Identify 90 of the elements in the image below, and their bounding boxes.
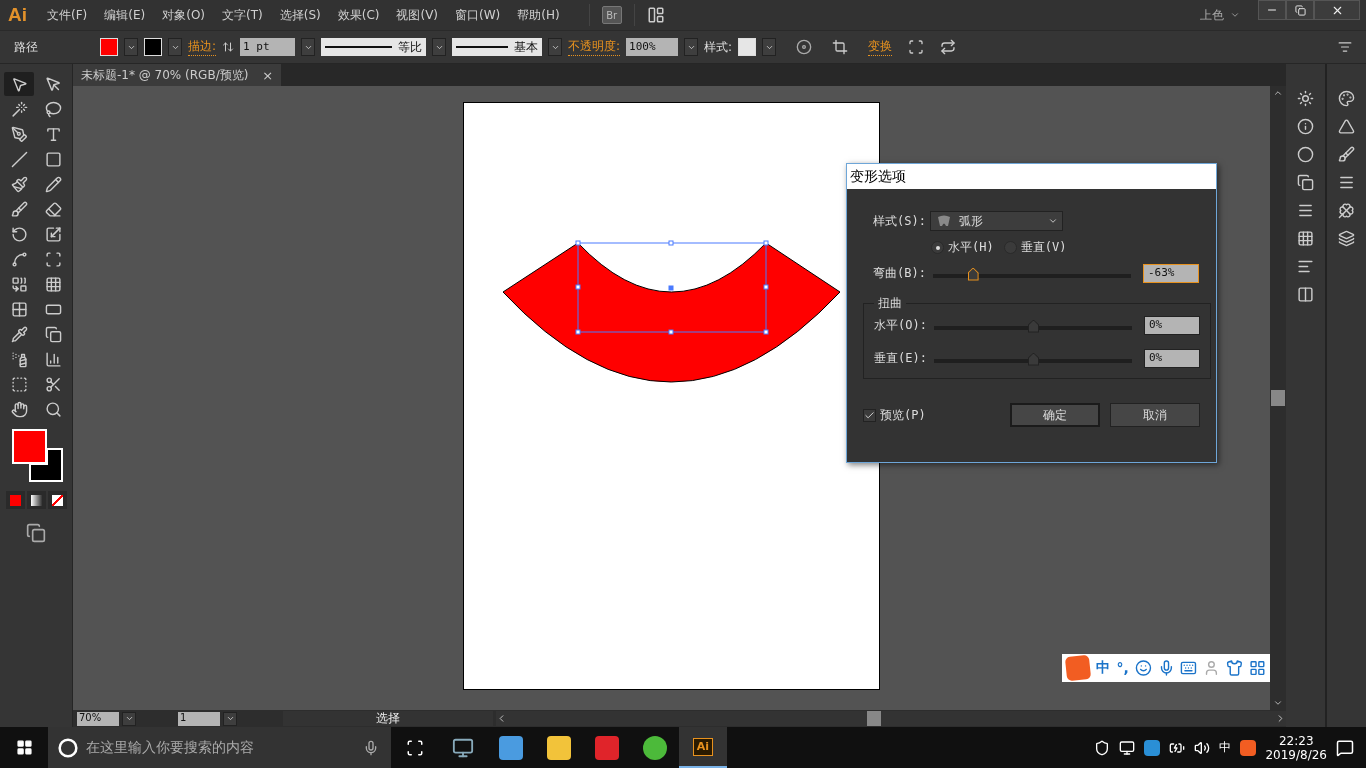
zoom-field[interactable]: 70% bbox=[77, 711, 119, 726]
stroke-color-swatch[interactable] bbox=[29, 448, 63, 482]
orientation-radio[interactable]: 水平(H) bbox=[931, 239, 994, 256]
menu-item[interactable]: 选择(S) bbox=[279, 6, 321, 24]
distortion-title: 扭曲 bbox=[877, 295, 903, 312]
layout-icon[interactable] bbox=[646, 6, 665, 24]
artboard-field[interactable]: 1 bbox=[178, 711, 220, 726]
close-button[interactable] bbox=[1314, 0, 1360, 20]
stroke-weight-field[interactable]: 1 pt bbox=[240, 38, 296, 56]
screen-mode-icon[interactable] bbox=[26, 523, 46, 543]
bend-field[interactable]: -63% bbox=[1143, 264, 1199, 283]
distortion-label: 垂直(E): bbox=[874, 350, 928, 367]
distortion-field[interactable]: 0% bbox=[1144, 316, 1200, 335]
stepper-icon[interactable] bbox=[222, 41, 235, 53]
windows-icon bbox=[15, 739, 33, 756]
app-logo: Ai bbox=[8, 4, 27, 26]
keyboard-icon[interactable] bbox=[1180, 659, 1198, 677]
cancel-button[interactable]: 取消 bbox=[1110, 403, 1200, 427]
distortion-field[interactable]: 0% bbox=[1144, 349, 1200, 368]
horizontal-scrollbar[interactable] bbox=[496, 711, 1286, 726]
menu-item[interactable]: 效果(C) bbox=[337, 6, 380, 24]
scroll-up-icon[interactable] bbox=[1273, 88, 1283, 98]
status-tool-label: 选择 bbox=[283, 711, 493, 726]
taskbar-search-field[interactable]: 在这里输入你要搜索的内容 bbox=[48, 727, 391, 768]
menu-item[interactable]: 编辑(E) bbox=[104, 6, 146, 24]
caret-icon[interactable] bbox=[1230, 10, 1240, 20]
transform-link[interactable]: 变换 bbox=[868, 38, 893, 56]
document-tab[interactable]: 未标题-1* @ 70% (RGB/预览) × bbox=[73, 64, 282, 86]
preview-label: 预览(P) bbox=[880, 406, 926, 424]
ime-logo-icon bbox=[1064, 654, 1092, 682]
bridge-button[interactable]: Br bbox=[601, 6, 622, 24]
check-icon bbox=[864, 409, 875, 421]
none-mode-button[interactable] bbox=[47, 491, 67, 509]
style-swatch[interactable] bbox=[738, 38, 757, 56]
restore-button[interactable] bbox=[1286, 0, 1314, 20]
punctuation-label[interactable]: °, bbox=[1116, 660, 1129, 676]
illustrator-taskbar-button[interactable]: Ai bbox=[679, 727, 727, 768]
menu-item[interactable]: 窗口(W) bbox=[455, 6, 501, 24]
style-label: 样式(S): bbox=[873, 212, 926, 230]
stroke-swatch[interactable] bbox=[144, 38, 162, 56]
arc-style-icon bbox=[936, 215, 951, 227]
orientation-radio[interactable]: 垂直(V) bbox=[1003, 239, 1067, 256]
menu-item[interactable]: 帮助(H) bbox=[517, 6, 560, 24]
caret-icon bbox=[225, 714, 235, 723]
brush-field[interactable]: 基本 bbox=[452, 38, 543, 56]
fill-color-swatch[interactable] bbox=[12, 429, 47, 464]
caret-icon bbox=[1047, 216, 1058, 226]
distortion-label: 水平(O): bbox=[874, 317, 928, 334]
scroll-thumb[interactable] bbox=[867, 711, 881, 726]
ime-mode-label[interactable]: 中 bbox=[1096, 659, 1111, 677]
frame-corners-icon[interactable] bbox=[908, 39, 925, 55]
profile-field[interactable]: 等比 bbox=[321, 38, 427, 56]
dialog-title: 变形选项 bbox=[847, 164, 1216, 189]
monitor-icon[interactable] bbox=[1119, 739, 1136, 756]
volume-icon[interactable] bbox=[1194, 739, 1211, 756]
ime-indicator[interactable]: 中 bbox=[1219, 739, 1232, 756]
notification-icon[interactable] bbox=[1336, 738, 1354, 757]
opacity-link[interactable]: 不透明度: bbox=[568, 38, 621, 56]
shield-icon[interactable] bbox=[1094, 739, 1111, 756]
workspace-switcher[interactable]: 上色 bbox=[1200, 6, 1224, 24]
minimize-button[interactable] bbox=[1258, 0, 1286, 20]
clock[interactable]: 22:23 2019/8/26 bbox=[1265, 733, 1327, 762]
shirt-icon[interactable] bbox=[1226, 659, 1244, 677]
ok-button[interactable]: 确定 bbox=[1010, 403, 1100, 427]
scroll-down-icon[interactable] bbox=[1273, 698, 1283, 708]
dropdown-button[interactable] bbox=[223, 711, 237, 726]
mic-icon bbox=[363, 739, 379, 756]
menu-item[interactable]: 视图(V) bbox=[396, 6, 439, 24]
object-type-label: 路径 bbox=[14, 38, 39, 56]
smile-icon[interactable] bbox=[1134, 659, 1152, 677]
bend-label: 弯曲(B): bbox=[873, 265, 927, 282]
grid-icon[interactable] bbox=[1249, 659, 1266, 677]
dropdown-button[interactable] bbox=[122, 711, 136, 726]
style-label: 样式: bbox=[704, 38, 733, 56]
menu-item[interactable]: 文字(T) bbox=[222, 6, 263, 24]
stroke-link[interactable]: 描边: bbox=[188, 38, 217, 56]
fill-swatch[interactable] bbox=[100, 38, 118, 56]
gradient-mode-button[interactable] bbox=[26, 491, 46, 509]
color-mode-button[interactable] bbox=[5, 491, 25, 509]
circle-icon bbox=[58, 737, 78, 758]
arrow-pointer-icon[interactable] bbox=[4, 72, 34, 96]
menu-item[interactable]: 文件(F) bbox=[47, 6, 88, 24]
preview-checkbox[interactable] bbox=[863, 408, 876, 422]
style-dropdown[interactable]: 弧形 bbox=[929, 211, 1063, 231]
scroll-thumb[interactable] bbox=[1271, 390, 1285, 406]
selection-box[interactable] bbox=[575, 240, 769, 335]
caret-icon bbox=[124, 714, 134, 723]
restore-icon bbox=[1294, 4, 1306, 16]
menu-item[interactable]: 对象(O) bbox=[162, 6, 206, 24]
opacity-field[interactable]: 100% bbox=[626, 38, 679, 56]
